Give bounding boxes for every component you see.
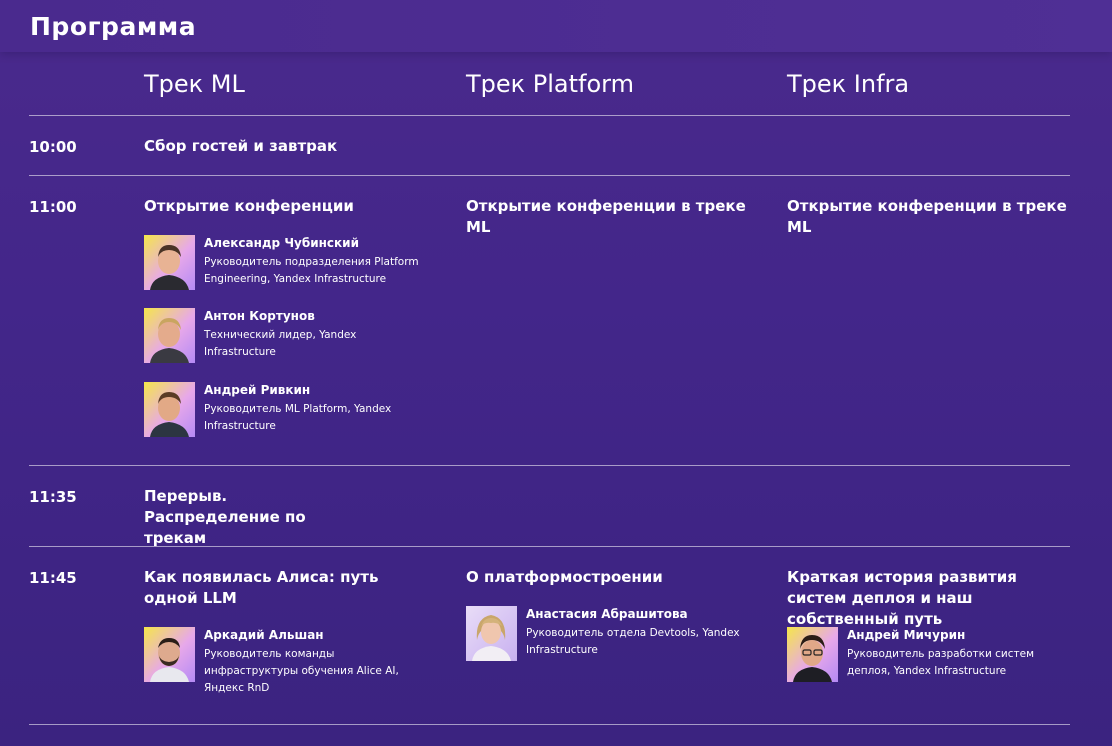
speaker-card[interactable]: Аркадий Альшан Руководитель команды инфр… — [144, 627, 424, 694]
session-title[interactable]: Перерыв. Распределение по трекам — [144, 486, 359, 549]
slot-time: 11:35 — [29, 488, 77, 506]
speaker-avatar — [787, 627, 838, 682]
page-title: Программа — [30, 12, 197, 41]
slot-time: 11:45 — [29, 569, 77, 587]
track-header-ml: Трек ML — [144, 70, 245, 98]
speaker-name: Аркадий Альшан — [204, 628, 324, 642]
slot-time: 11:00 — [29, 198, 77, 216]
speaker-avatar — [466, 606, 517, 661]
divider — [29, 175, 1070, 176]
divider — [29, 115, 1070, 116]
slot-time: 10:00 — [29, 138, 77, 156]
speaker-card[interactable]: Андрей Мичурин Руководитель разработки с… — [787, 627, 1067, 687]
speaker-card[interactable]: Андрей Ривкин Руководитель ML Platform, … — [144, 382, 424, 442]
speaker-name: Андрей Мичурин — [847, 628, 966, 642]
speaker-role: Технический лидер, Yandex Infrastructure — [204, 329, 357, 358]
speaker-avatar — [144, 235, 195, 290]
divider — [29, 465, 1070, 466]
speaker-card[interactable]: Александр Чубинский Руководитель подразд… — [144, 235, 424, 295]
session-title[interactable]: Открытие конференции — [144, 196, 424, 217]
speaker-name: Антон Кортунов — [204, 309, 315, 323]
divider — [29, 724, 1070, 725]
speaker-role: Руководитель команды инфраструктуры обуч… — [204, 648, 399, 694]
session-title[interactable]: Как появилась Алиса: путь одной LLM — [144, 567, 414, 609]
track-header-infra: Трек Infra — [787, 70, 910, 98]
page-header: Программа — [0, 0, 1112, 52]
speaker-role: Руководитель подразделения Platform Engi… — [204, 256, 419, 285]
speaker-role: Руководитель разработки систем деплоя, Y… — [847, 648, 1034, 677]
speaker-avatar — [144, 382, 195, 437]
session-title[interactable]: Открытие конференции в треке ML — [466, 196, 766, 238]
session-title[interactable]: О платформостроении — [466, 567, 746, 588]
speaker-name: Андрей Ривкин — [204, 383, 311, 397]
track-header-platform: Трек Platform — [466, 70, 634, 98]
speaker-name: Александр Чубинский — [204, 236, 359, 250]
speaker-card[interactable]: Анастасия Абрашитова Руководитель отдела… — [466, 606, 746, 666]
session-title[interactable]: Открытие конференции в треке ML — [787, 196, 1087, 238]
session-title[interactable]: Краткая история развития систем деплоя и… — [787, 567, 1062, 630]
speaker-name: Анастасия Абрашитова — [526, 607, 688, 621]
speaker-role: Руководитель отдела Devtools, Yandex Inf… — [526, 627, 740, 656]
speaker-card[interactable]: Антон Кортунов Технический лидер, Yandex… — [144, 308, 424, 368]
session-title[interactable]: Сбор гостей и завтрак — [144, 136, 424, 157]
speaker-role: Руководитель ML Platform, Yandex Infrast… — [204, 403, 392, 432]
speaker-avatar — [144, 627, 195, 682]
speaker-avatar — [144, 308, 195, 363]
